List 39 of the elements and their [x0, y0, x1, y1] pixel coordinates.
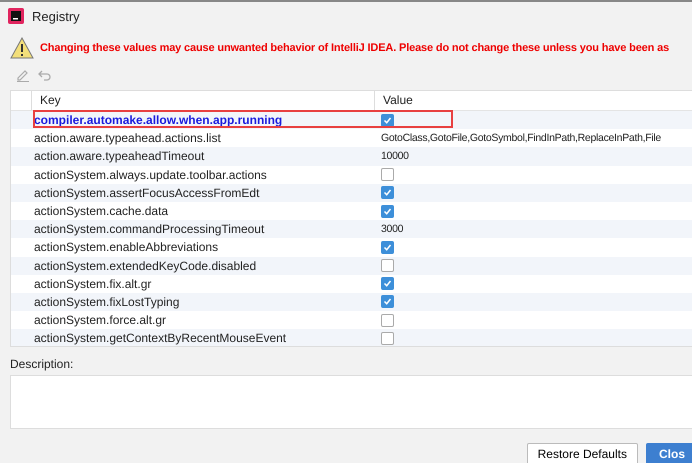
- registry-key: actionSystem.fix.alt.gr: [31, 276, 374, 291]
- warning-message: Changing these values may cause unwanted behavior of IntelliJ IDEA. Please do not change these unless you have been as: [40, 42, 670, 54]
- app-logo-icon: [8, 8, 24, 24]
- value-checkbox[interactable]: [381, 204, 394, 218]
- registry-key: actionSystem.commandProcessingTimeout: [31, 222, 374, 236]
- value-checkbox[interactable]: [381, 168, 394, 182]
- registry-key: actionSystem.extendedKeyCode.disabled: [31, 258, 374, 273]
- value-checkbox[interactable]: [381, 186, 394, 200]
- value-checkbox[interactable]: [381, 295, 394, 308]
- registry-key: actionSystem.getContextByRecentMouseEvent: [31, 331, 374, 346]
- value-checkbox[interactable]: [381, 332, 394, 345]
- registry-key: actionSystem.cache.data: [31, 204, 374, 218]
- column-header[interactable]: Key: [31, 91, 374, 110]
- restore-defaults-button[interactable]: Restore Defaults: [526, 443, 638, 463]
- registry-key: actionSystem.force.alt.gr: [31, 313, 374, 328]
- registry-key: actionSystem.fixLostTyping: [31, 294, 374, 309]
- checkmark-icon: [383, 242, 392, 252]
- registry-value: GotoClass,GotoFile,GotoSymbol,FindInPath,ReplaceInPath,File: [381, 132, 661, 144]
- registry-value: 3000: [381, 223, 404, 236]
- column-header[interactable]: Value: [374, 91, 692, 110]
- value-checkbox[interactable]: [381, 240, 394, 254]
- registry-key: actionSystem.always.update.toolbar.actions: [31, 168, 374, 182]
- description-label: Description:: [9, 356, 74, 373]
- value-checkbox[interactable]: [381, 114, 394, 127]
- registry-value: 10000: [381, 150, 409, 162]
- edit-icon[interactable]: [16, 68, 30, 82]
- value-checkbox[interactable]: [381, 277, 394, 290]
- window-title: Registry: [32, 8, 80, 24]
- registry-key: action.aware.typeaheadTimeout: [31, 149, 374, 164]
- undo-icon[interactable]: [38, 68, 52, 82]
- registry-key: compiler.automake.allow.when.app.running: [31, 113, 374, 128]
- close-button[interactable]: Clos: [646, 443, 692, 463]
- value-checkbox[interactable]: [381, 314, 394, 327]
- registry-key: action.aware.typeahead.actions.list: [31, 131, 374, 146]
- registry-key: actionSystem.assertFocusAccessFromEdt: [31, 186, 374, 200]
- checkmark-icon: [383, 116, 392, 125]
- value-checkbox[interactable]: [381, 259, 394, 272]
- registry-key: actionSystem.enableAbbreviations: [31, 240, 374, 254]
- warning-icon: [10, 37, 34, 59]
